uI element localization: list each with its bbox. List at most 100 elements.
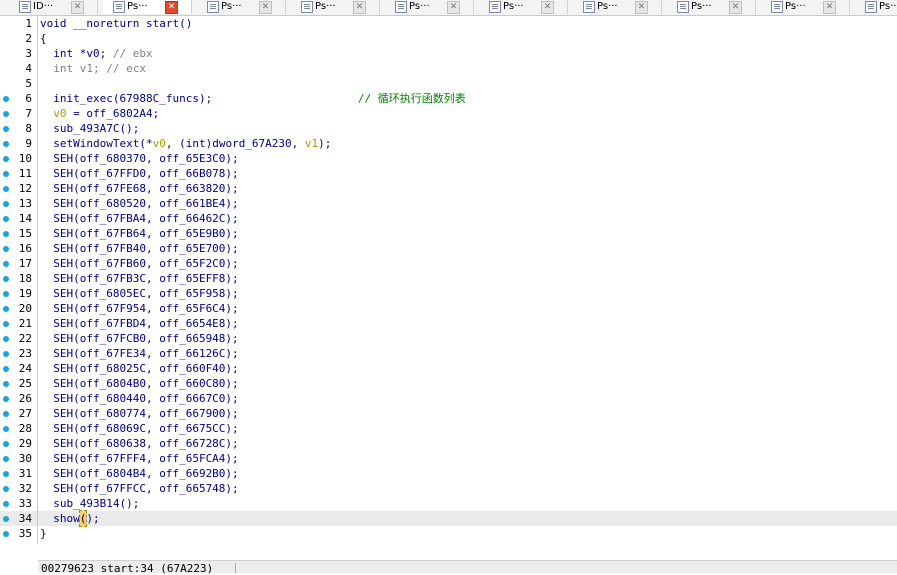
code-text[interactable]: SEH(off_67FB40, off_65E700);: [40, 241, 238, 256]
breakpoint-dot-icon[interactable]: [3, 216, 9, 222]
breakpoint-dot-icon[interactable]: [3, 201, 9, 207]
code-line[interactable]: 23 SEH(off_67FE34, off_66126C);: [0, 346, 897, 361]
code-line[interactable]: 25 SEH(off_6804B0, off_660C80);: [0, 376, 897, 391]
code-line[interactable]: 31 SEH(off_6804B4, off_6692B0);: [0, 466, 897, 481]
code-text[interactable]: int *v0; // ebx: [40, 46, 152, 61]
breakpoint-dot-icon[interactable]: [3, 456, 9, 462]
code-line[interactable]: 4 int v1; // ecx: [0, 61, 897, 76]
code-text[interactable]: SEH(off_67FE34, off_66126C);: [40, 346, 238, 361]
code-text[interactable]: int v1; // ecx: [40, 61, 146, 76]
code-text[interactable]: SEH(off_67F954, off_65F6C4);: [40, 301, 238, 316]
code-line[interactable]: 21 SEH(off_67FBD4, off_6654E8);: [0, 316, 897, 331]
breakpoint-dot-icon[interactable]: [3, 291, 9, 297]
breakpoint-dot-icon[interactable]: [3, 351, 9, 357]
code-line[interactable]: 15 SEH(off_67FB64, off_65E9B0);: [0, 226, 897, 241]
pseudocode-editor[interactable]: 1 void __noreturn start() 2{3 int *v0; // …: [0, 16, 897, 560]
code-text[interactable]: SEH(off_67FCB0, off_665948);: [40, 331, 238, 346]
code-line[interactable]: 16 SEH(off_67FB40, off_65E700);: [0, 241, 897, 256]
code-line[interactable]: 17 SEH(off_67FB60, off_65F2C0);: [0, 256, 897, 271]
code-line[interactable]: 12 SEH(off_67FE68, off_663820);: [0, 181, 897, 196]
code-text[interactable]: SEH(off_680520, off_661BE4);: [40, 196, 238, 211]
breakpoint-dot-icon[interactable]: [3, 411, 9, 417]
close-icon[interactable]: ✕: [541, 1, 554, 14]
code-line[interactable]: 35}: [0, 526, 897, 541]
code-text[interactable]: SEH(off_67FFF4, off_65FCA4);: [40, 451, 238, 466]
code-text[interactable]: show();: [40, 510, 100, 527]
code-line[interactable]: 24 SEH(off_68025C, off_660F40);: [0, 361, 897, 376]
code-line[interactable]: 11 SEH(off_67FFD0, off_66B078);: [0, 166, 897, 181]
breakpoint-dot-icon[interactable]: [3, 171, 9, 177]
code-line[interactable]: 27 SEH(off_680774, off_667900);: [0, 406, 897, 421]
breakpoint-dot-icon[interactable]: [3, 231, 9, 237]
code-line[interactable]: 22 SEH(off_67FCB0, off_665948);: [0, 331, 897, 346]
breakpoint-dot-icon[interactable]: [3, 396, 9, 402]
code-text[interactable]: init_exec(67988C_funcs); // 循环执行函数列表: [40, 91, 466, 106]
close-icon[interactable]: ✕: [447, 1, 460, 14]
close-icon[interactable]: ✕: [635, 1, 648, 14]
tab-8[interactable]: Ps··· ✕: [667, 0, 756, 14]
code-text[interactable]: SEH(off_6804B0, off_660C80);: [40, 376, 238, 391]
code-line[interactable]: 20 SEH(off_67F954, off_65F6C4);: [0, 301, 897, 316]
breakpoint-dot-icon[interactable]: [3, 276, 9, 282]
breakpoint-dot-icon[interactable]: [3, 96, 9, 102]
code-text[interactable]: }: [40, 526, 47, 541]
code-line[interactable]: 14 SEH(off_67FBA4, off_66462C);: [0, 211, 897, 226]
code-line[interactable]: 1 void __noreturn start(): [0, 16, 897, 31]
breakpoint-dot-icon[interactable]: [3, 441, 9, 447]
tab-3[interactable]: Ps··· ✕: [197, 0, 286, 14]
code-text[interactable]: SEH(off_67FB3C, off_65EFF8);: [40, 271, 238, 286]
code-line[interactable]: 5: [0, 76, 897, 91]
code-text[interactable]: void __noreturn start(): [40, 16, 192, 31]
code-text[interactable]: SEH(off_67FB64, off_65E9B0);: [40, 226, 238, 241]
breakpoint-dot-icon[interactable]: [3, 531, 9, 537]
code-text[interactable]: sub_493A7C();: [40, 121, 139, 136]
code-line[interactable]: 19 SEH(off_6805EC, off_65F958);: [0, 286, 897, 301]
code-text[interactable]: SEH(off_6805EC, off_65F958);: [40, 286, 238, 301]
code-text[interactable]: SEH(off_68025C, off_660F40);: [40, 361, 238, 376]
code-text[interactable]: SEH(off_680774, off_667900);: [40, 406, 238, 421]
breakpoint-dot-icon[interactable]: [3, 156, 9, 162]
close-icon[interactable]: ✕: [353, 1, 366, 14]
tab-4[interactable]: Ps··· ✕: [291, 0, 380, 14]
breakpoint-dot-icon[interactable]: [3, 261, 9, 267]
code-text[interactable]: SEH(off_67FE68, off_663820);: [40, 181, 238, 196]
close-icon[interactable]: ✕: [729, 1, 742, 14]
tab-5[interactable]: Ps··· ✕: [385, 0, 474, 14]
breakpoint-dot-icon[interactable]: [3, 486, 9, 492]
code-line[interactable]: 33 sub_493B14();: [0, 496, 897, 511]
breakpoint-dot-icon[interactable]: [3, 471, 9, 477]
code-line[interactable]: 34 show();: [0, 510, 897, 527]
close-icon[interactable]: ✕: [259, 1, 272, 14]
code-line[interactable]: 30 SEH(off_67FFF4, off_65FCA4);: [0, 451, 897, 466]
code-line[interactable]: 28 SEH(off_68069C, off_6675CC);: [0, 421, 897, 436]
code-line[interactable]: 2{: [0, 31, 897, 46]
code-text[interactable]: SEH(off_67FB60, off_65F2C0);: [40, 256, 238, 271]
tab-10[interactable]: Ps···: [855, 0, 897, 14]
code-text[interactable]: setWindowText(*v0, (int)dword_67A230, v1…: [40, 136, 331, 151]
tab-6[interactable]: Ps··· ✕: [479, 0, 568, 14]
code-line[interactable]: 7 v0 = off_6802A4;: [0, 106, 897, 121]
breakpoint-dot-icon[interactable]: [3, 336, 9, 342]
code-text[interactable]: sub_493B14();: [40, 496, 139, 511]
code-text[interactable]: {: [40, 31, 47, 46]
breakpoint-dot-icon[interactable]: [3, 501, 9, 507]
code-line[interactable]: 18 SEH(off_67FB3C, off_65EFF8);: [0, 271, 897, 286]
code-line[interactable]: 32 SEH(off_67FFCC, off_665748);: [0, 481, 897, 496]
breakpoint-dot-icon[interactable]: [3, 186, 9, 192]
breakpoint-dot-icon[interactable]: [3, 111, 9, 117]
breakpoint-dot-icon[interactable]: [3, 381, 9, 387]
code-text[interactable]: SEH(off_680440, off_6667C0);: [40, 391, 238, 406]
code-line[interactable]: 3 int *v0; // ebx: [0, 46, 897, 61]
tab-7[interactable]: Ps··· ✕: [573, 0, 662, 14]
code-line[interactable]: 8 sub_493A7C();: [0, 121, 897, 136]
code-text[interactable]: SEH(off_67FFCC, off_665748);: [40, 481, 238, 496]
close-icon[interactable]: ✕: [71, 1, 84, 14]
code-line[interactable]: 13 SEH(off_680520, off_661BE4);: [0, 196, 897, 211]
code-text[interactable]: SEH(off_680370, off_65E3C0);: [40, 151, 238, 166]
code-line[interactable]: 10 SEH(off_680370, off_65E3C0);: [0, 151, 897, 166]
close-icon[interactable]: ✕: [165, 1, 178, 14]
breakpoint-dot-icon[interactable]: [3, 426, 9, 432]
breakpoint-dot-icon[interactable]: [3, 321, 9, 327]
code-line[interactable]: 6 init_exec(67988C_funcs); // 循环执行函数列表: [0, 91, 897, 106]
breakpoint-dot-icon[interactable]: [3, 366, 9, 372]
